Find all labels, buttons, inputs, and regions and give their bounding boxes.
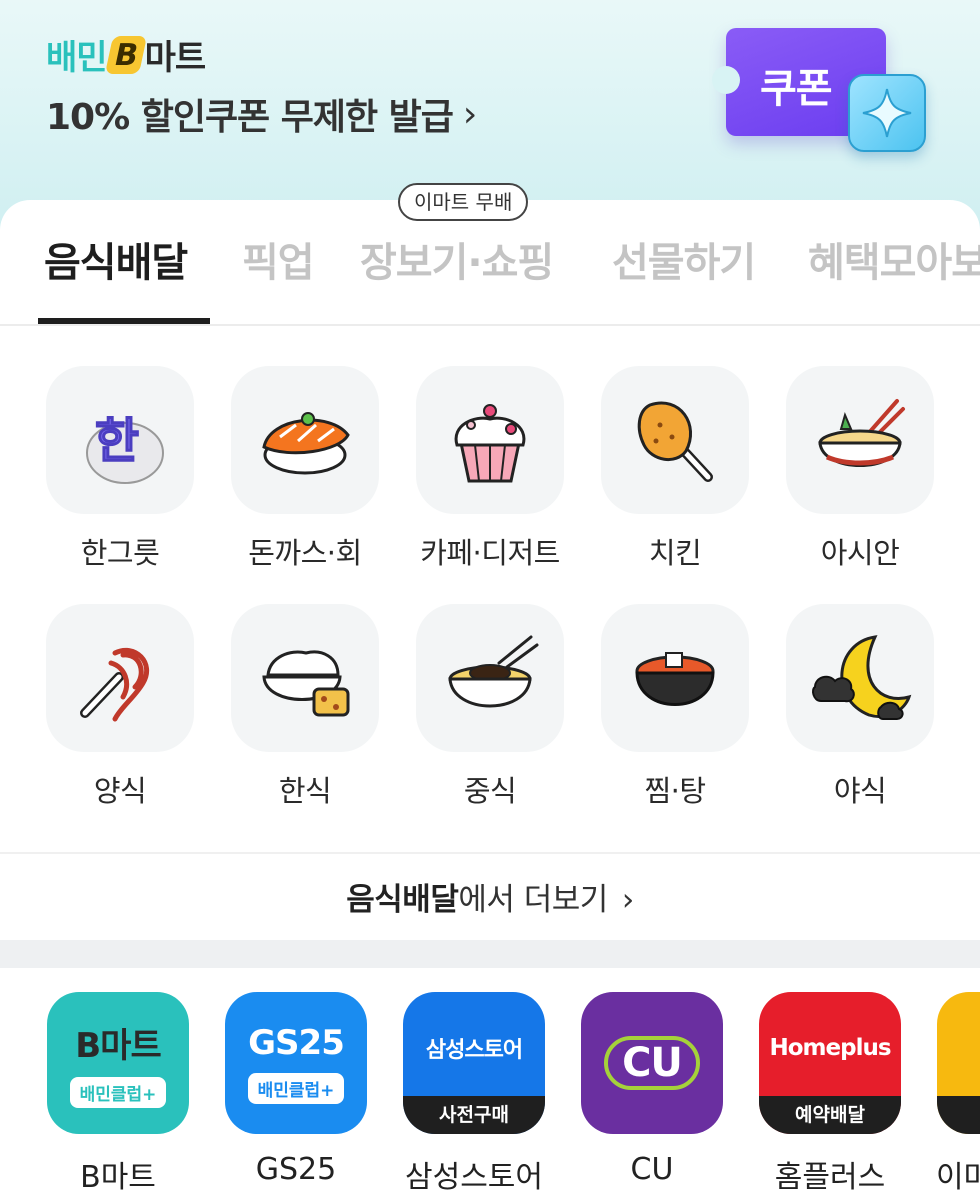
tab-pickup[interactable]: 픽업: [242, 230, 315, 288]
promo-link[interactable]: 10% 할인쿠폰 무제한 발급 ›: [46, 88, 477, 140]
store-name: B마트: [80, 1160, 156, 1195]
category-tile: [46, 604, 194, 752]
svg-text:한: 한: [95, 413, 139, 469]
promo-text: 10% 할인쿠폰 무제한 발급: [46, 97, 454, 138]
food-delivery-more-link[interactable]: 음식배달에서 더보기 ›: [0, 874, 980, 919]
moon-icon: [812, 635, 912, 720]
store-name: 이마: [936, 1160, 980, 1195]
baemin-club-badge: 배민클럽+: [247, 1072, 345, 1104]
store-name: 삼성스토어: [405, 1160, 543, 1195]
more-link-bold: 음식배달: [346, 882, 459, 918]
category-tile: [231, 604, 379, 752]
sparkle-icon: [848, 74, 926, 152]
noodle-bowl-icon: [818, 399, 905, 467]
category-tile: 한: [46, 366, 194, 514]
store-homeplus[interactable]: Homeplus 예약배달 홈플러스: [758, 992, 902, 1196]
han-bowl-icon: 한: [86, 412, 164, 484]
brand-b-logo: B: [104, 35, 147, 74]
category-tile: [786, 366, 934, 514]
category-cafe-dessert[interactable]: 카페·디저트: [415, 366, 565, 572]
tab-gift[interactable]: 선물하기: [612, 230, 756, 288]
cupcake-icon: [454, 404, 526, 483]
free-delivery-badge: 무: [937, 1096, 980, 1134]
store-name: CU: [630, 1152, 674, 1187]
store-cu[interactable]: CU CU: [580, 992, 724, 1187]
samsung-store-app-icon: 삼성스토어 사전구매: [403, 992, 545, 1134]
category-label: 한그릇: [80, 536, 160, 570]
baemin-club-badge: 배민클럽+: [69, 1077, 167, 1108]
store-gs25[interactable]: GS25 배민클럽+ GS25: [224, 992, 368, 1187]
gs25-app-icon: GS25 배민클럽+: [225, 992, 367, 1134]
category-chicken[interactable]: 치킨: [600, 366, 750, 572]
category-label: 찜·탕: [644, 774, 706, 808]
stew-pot-icon: [635, 652, 715, 706]
rice-bowl-icon: [262, 650, 350, 717]
chevron-right-icon: ›: [462, 93, 477, 135]
coupon-label: 쿠폰: [760, 66, 833, 112]
category-label: 중식: [463, 774, 517, 808]
store-name: GS25: [255, 1152, 337, 1187]
active-tab-indicator: [38, 318, 210, 324]
tab-benefits[interactable]: 혜택모아보: [808, 230, 980, 288]
category-asian[interactable]: 아시안: [785, 366, 935, 572]
more-link-text: 에서 더보기: [458, 882, 608, 918]
category-label: 돈까스·회: [248, 536, 362, 570]
service-tabs: 음식배달 픽업 장보기·쇼핑 선물하기 혜택모아보: [0, 230, 980, 326]
pasta-fork-icon: [80, 647, 150, 722]
category-tile: [231, 366, 379, 514]
category-donkatsu-hoe[interactable]: 돈까스·회: [230, 366, 380, 572]
category-tile: [601, 604, 749, 752]
category-tile: [416, 604, 564, 752]
category-tile: [601, 366, 749, 514]
category-tile: [786, 604, 934, 752]
chicken-icon: [637, 401, 713, 482]
category-label: 한식: [278, 774, 332, 808]
bmart-app-icon: B마트 배민클럽+: [47, 992, 189, 1134]
store-emart[interactable]: e 무 이마: [936, 992, 980, 1196]
category-chinese[interactable]: 중식: [415, 604, 565, 810]
brand-baemin: 배민: [46, 38, 108, 78]
category-label: 카페·디저트: [420, 536, 560, 570]
category-late-night[interactable]: 야식: [785, 604, 935, 810]
category-jjim-tang[interactable]: 찜·탕: [600, 604, 750, 810]
brand-mart: 마트: [144, 38, 207, 78]
tab-food-delivery[interactable]: 음식배달: [44, 230, 188, 288]
category-western[interactable]: 양식: [45, 604, 195, 810]
jjajang-icon: [448, 635, 539, 708]
sushi-icon: [262, 412, 350, 475]
category-label: 야식: [833, 774, 887, 808]
tab-grocery-shopping[interactable]: 장보기·쇼핑: [360, 230, 554, 288]
category-label: 양식: [93, 774, 147, 808]
store-bmart[interactable]: B마트 배민클럽+ B마트: [46, 992, 190, 1196]
store-samsung[interactable]: 삼성스토어 사전구매 삼성스토어: [402, 992, 546, 1196]
homeplus-app-icon: Homeplus 예약배달: [759, 992, 901, 1134]
chevron-right-icon: ›: [621, 882, 634, 918]
bmart-logo: 배민 B 마트: [46, 30, 207, 79]
category-korean[interactable]: 한식: [230, 604, 380, 810]
section-divider: [0, 852, 980, 854]
store-name: 홈플러스: [774, 1160, 886, 1195]
preorder-badge: 사전구매: [403, 1096, 545, 1134]
cu-app-icon: CU: [581, 992, 723, 1134]
category-label: 치킨: [648, 536, 702, 570]
category-label: 아시안: [820, 536, 900, 570]
reserved-delivery-badge: 예약배달: [759, 1096, 901, 1134]
emart-app-icon: e 무: [937, 992, 980, 1134]
category-hangeureut[interactable]: 한 한그릇: [45, 366, 195, 572]
category-tile: [416, 366, 564, 514]
store-shortcut-row: B마트 배민클럽+ B마트 GS25 배민클럽+ GS25 삼성스토어 사전구매…: [0, 968, 980, 1200]
emart-free-delivery-badge: 이마트 무배: [398, 183, 529, 221]
